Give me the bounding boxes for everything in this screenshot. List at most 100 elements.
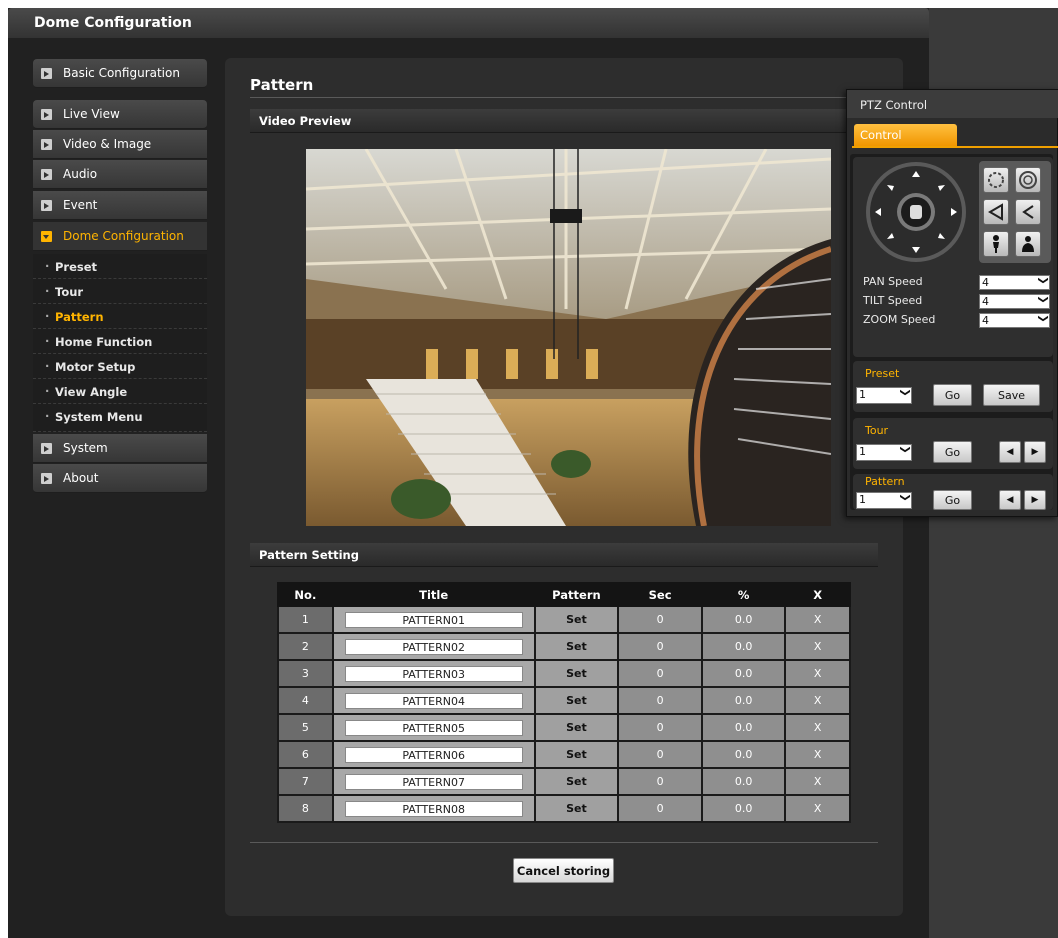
nav-dome-configuration[interactable]: Dome Configuration bbox=[33, 222, 207, 251]
pattern-title-input[interactable]: PATTERN08 bbox=[344, 800, 523, 817]
pattern-prev-icon[interactable]: ◀ bbox=[999, 490, 1021, 510]
table-row: 5 PATTERN05 Set 0 0.0 X bbox=[277, 713, 851, 742]
tab-underline bbox=[852, 146, 1058, 148]
delete-pattern-button[interactable]: X bbox=[784, 794, 851, 823]
cancel-storing-button[interactable]: Cancel storing bbox=[513, 858, 614, 883]
delete-pattern-button[interactable]: X bbox=[784, 659, 851, 688]
tour-next-icon[interactable]: ▶ bbox=[1024, 441, 1046, 463]
row-number: 1 bbox=[277, 605, 334, 634]
nav-event[interactable]: Event bbox=[33, 191, 207, 220]
col-delete: X bbox=[784, 582, 851, 607]
nav-basic-configuration[interactable]: Basic Configuration bbox=[33, 59, 207, 88]
row-number: 7 bbox=[277, 767, 334, 796]
sec-value: 0 bbox=[617, 794, 703, 823]
table-row: 1 PATTERN01 Set 0 0.0 X bbox=[277, 605, 851, 634]
focus-near-icon[interactable] bbox=[983, 167, 1009, 193]
row-number: 3 bbox=[277, 659, 334, 688]
nav-label: Basic Configuration bbox=[63, 66, 180, 80]
title-cell: PATTERN06 bbox=[331, 740, 536, 769]
pattern-title-input[interactable]: PATTERN03 bbox=[344, 665, 523, 682]
pattern-next-icon[interactable]: ▶ bbox=[1024, 490, 1046, 510]
title-cell: PATTERN05 bbox=[331, 713, 536, 742]
ptz-tour-card: Tour 1 Go ◀ ▶ bbox=[853, 418, 1053, 469]
focus-far-icon[interactable] bbox=[1015, 167, 1041, 193]
nav-video-image[interactable]: Video & Image bbox=[33, 130, 207, 159]
nav-about[interactable]: About bbox=[33, 464, 207, 493]
set-pattern-button[interactable]: Set bbox=[533, 713, 620, 742]
nav-live-view[interactable]: Live View bbox=[33, 100, 207, 129]
title-cell: PATTERN03 bbox=[331, 659, 536, 688]
subnav-motor-setup[interactable]: Motor Setup bbox=[33, 354, 207, 379]
set-pattern-button[interactable]: Set bbox=[533, 632, 620, 661]
pattern-title-input[interactable]: PATTERN01 bbox=[344, 611, 523, 628]
tour-prev-icon[interactable]: ◀ bbox=[999, 441, 1021, 463]
delete-pattern-button[interactable]: X bbox=[784, 767, 851, 796]
nav-audio[interactable]: Audio bbox=[33, 160, 207, 189]
percent-value: 0.0 bbox=[700, 767, 787, 796]
pan-speed-select[interactable]: 4 bbox=[979, 275, 1050, 290]
set-pattern-button[interactable]: Set bbox=[533, 740, 620, 769]
tilt-speed-select[interactable]: 4 bbox=[979, 294, 1050, 309]
subnav-preset[interactable]: Preset bbox=[33, 254, 207, 279]
zoom-speed-select[interactable]: 4 bbox=[979, 313, 1050, 328]
row-number: 4 bbox=[277, 686, 334, 715]
subnav-label: System Menu bbox=[55, 410, 143, 424]
subnav-pattern[interactable]: Pattern bbox=[33, 304, 207, 329]
subnav-tour[interactable]: Tour bbox=[33, 279, 207, 304]
tab-control[interactable]: Control bbox=[854, 124, 957, 146]
preset-select[interactable]: 1 bbox=[856, 387, 912, 404]
ptz-title: PTZ Control bbox=[847, 90, 1058, 118]
subnav-view-angle[interactable]: View Angle bbox=[33, 379, 207, 404]
pattern-title-input[interactable]: PATTERN05 bbox=[344, 719, 523, 736]
delete-pattern-button[interactable]: X bbox=[784, 605, 851, 634]
delete-pattern-button[interactable]: X bbox=[784, 632, 851, 661]
tour-go-button[interactable]: Go bbox=[933, 441, 972, 463]
set-pattern-button[interactable]: Set bbox=[533, 767, 620, 796]
delete-pattern-button[interactable]: X bbox=[784, 713, 851, 742]
title-cell: PATTERN01 bbox=[331, 605, 536, 634]
zoom-out-icon[interactable] bbox=[1015, 231, 1041, 257]
preset-save-button[interactable]: Save bbox=[983, 384, 1040, 406]
nav-label: Live View bbox=[63, 107, 120, 121]
expand-icon bbox=[41, 443, 52, 454]
delete-pattern-button[interactable]: X bbox=[784, 740, 851, 769]
subnav-system-menu[interactable]: System Menu bbox=[33, 404, 207, 432]
nav-system[interactable]: System bbox=[33, 434, 207, 463]
delete-pattern-button[interactable]: X bbox=[784, 686, 851, 715]
title-cell: PATTERN08 bbox=[331, 794, 536, 823]
subnav-home-function[interactable]: Home Function bbox=[33, 329, 207, 354]
percent-value: 0.0 bbox=[700, 632, 787, 661]
pattern-select[interactable]: 1 bbox=[856, 492, 912, 509]
sec-value: 0 bbox=[617, 605, 703, 634]
pattern-title-input[interactable]: PATTERN04 bbox=[344, 692, 523, 709]
sec-value: 0 bbox=[617, 686, 703, 715]
pattern-setting-header: Pattern Setting bbox=[250, 543, 878, 567]
set-pattern-button[interactable]: Set bbox=[533, 686, 620, 715]
set-pattern-button[interactable]: Set bbox=[533, 659, 620, 688]
pattern-title-input[interactable]: PATTERN06 bbox=[344, 746, 523, 763]
set-pattern-button[interactable]: Set bbox=[533, 605, 620, 634]
title-divider bbox=[250, 97, 878, 98]
sec-value: 0 bbox=[617, 713, 703, 742]
row-number: 8 bbox=[277, 794, 334, 823]
page-title: Pattern bbox=[250, 76, 314, 94]
nav-label: Audio bbox=[63, 167, 98, 181]
col-no: No. bbox=[277, 582, 334, 607]
pattern-title-input[interactable]: PATTERN07 bbox=[344, 773, 523, 790]
window-title: Dome Configuration bbox=[8, 8, 929, 38]
sec-value: 0 bbox=[617, 659, 703, 688]
iris-open-icon[interactable] bbox=[1015, 199, 1041, 225]
subnav-label: View Angle bbox=[55, 385, 128, 399]
table-row: 3 PATTERN03 Set 0 0.0 X bbox=[277, 659, 851, 688]
pattern-title-input[interactable]: PATTERN02 bbox=[344, 638, 523, 655]
pattern-go-button[interactable]: Go bbox=[933, 490, 972, 510]
zoom-in-icon[interactable] bbox=[983, 231, 1009, 257]
iris-close-icon[interactable] bbox=[983, 199, 1009, 225]
ptz-direction-pad[interactable] bbox=[865, 161, 967, 263]
preset-go-button[interactable]: Go bbox=[933, 384, 972, 406]
table-row: 8 PATTERN08 Set 0 0.0 X bbox=[277, 794, 851, 823]
expand-icon bbox=[41, 109, 52, 120]
tour-select[interactable]: 1 bbox=[856, 444, 912, 461]
set-pattern-button[interactable]: Set bbox=[533, 794, 620, 823]
subnav-label: Preset bbox=[55, 260, 98, 274]
